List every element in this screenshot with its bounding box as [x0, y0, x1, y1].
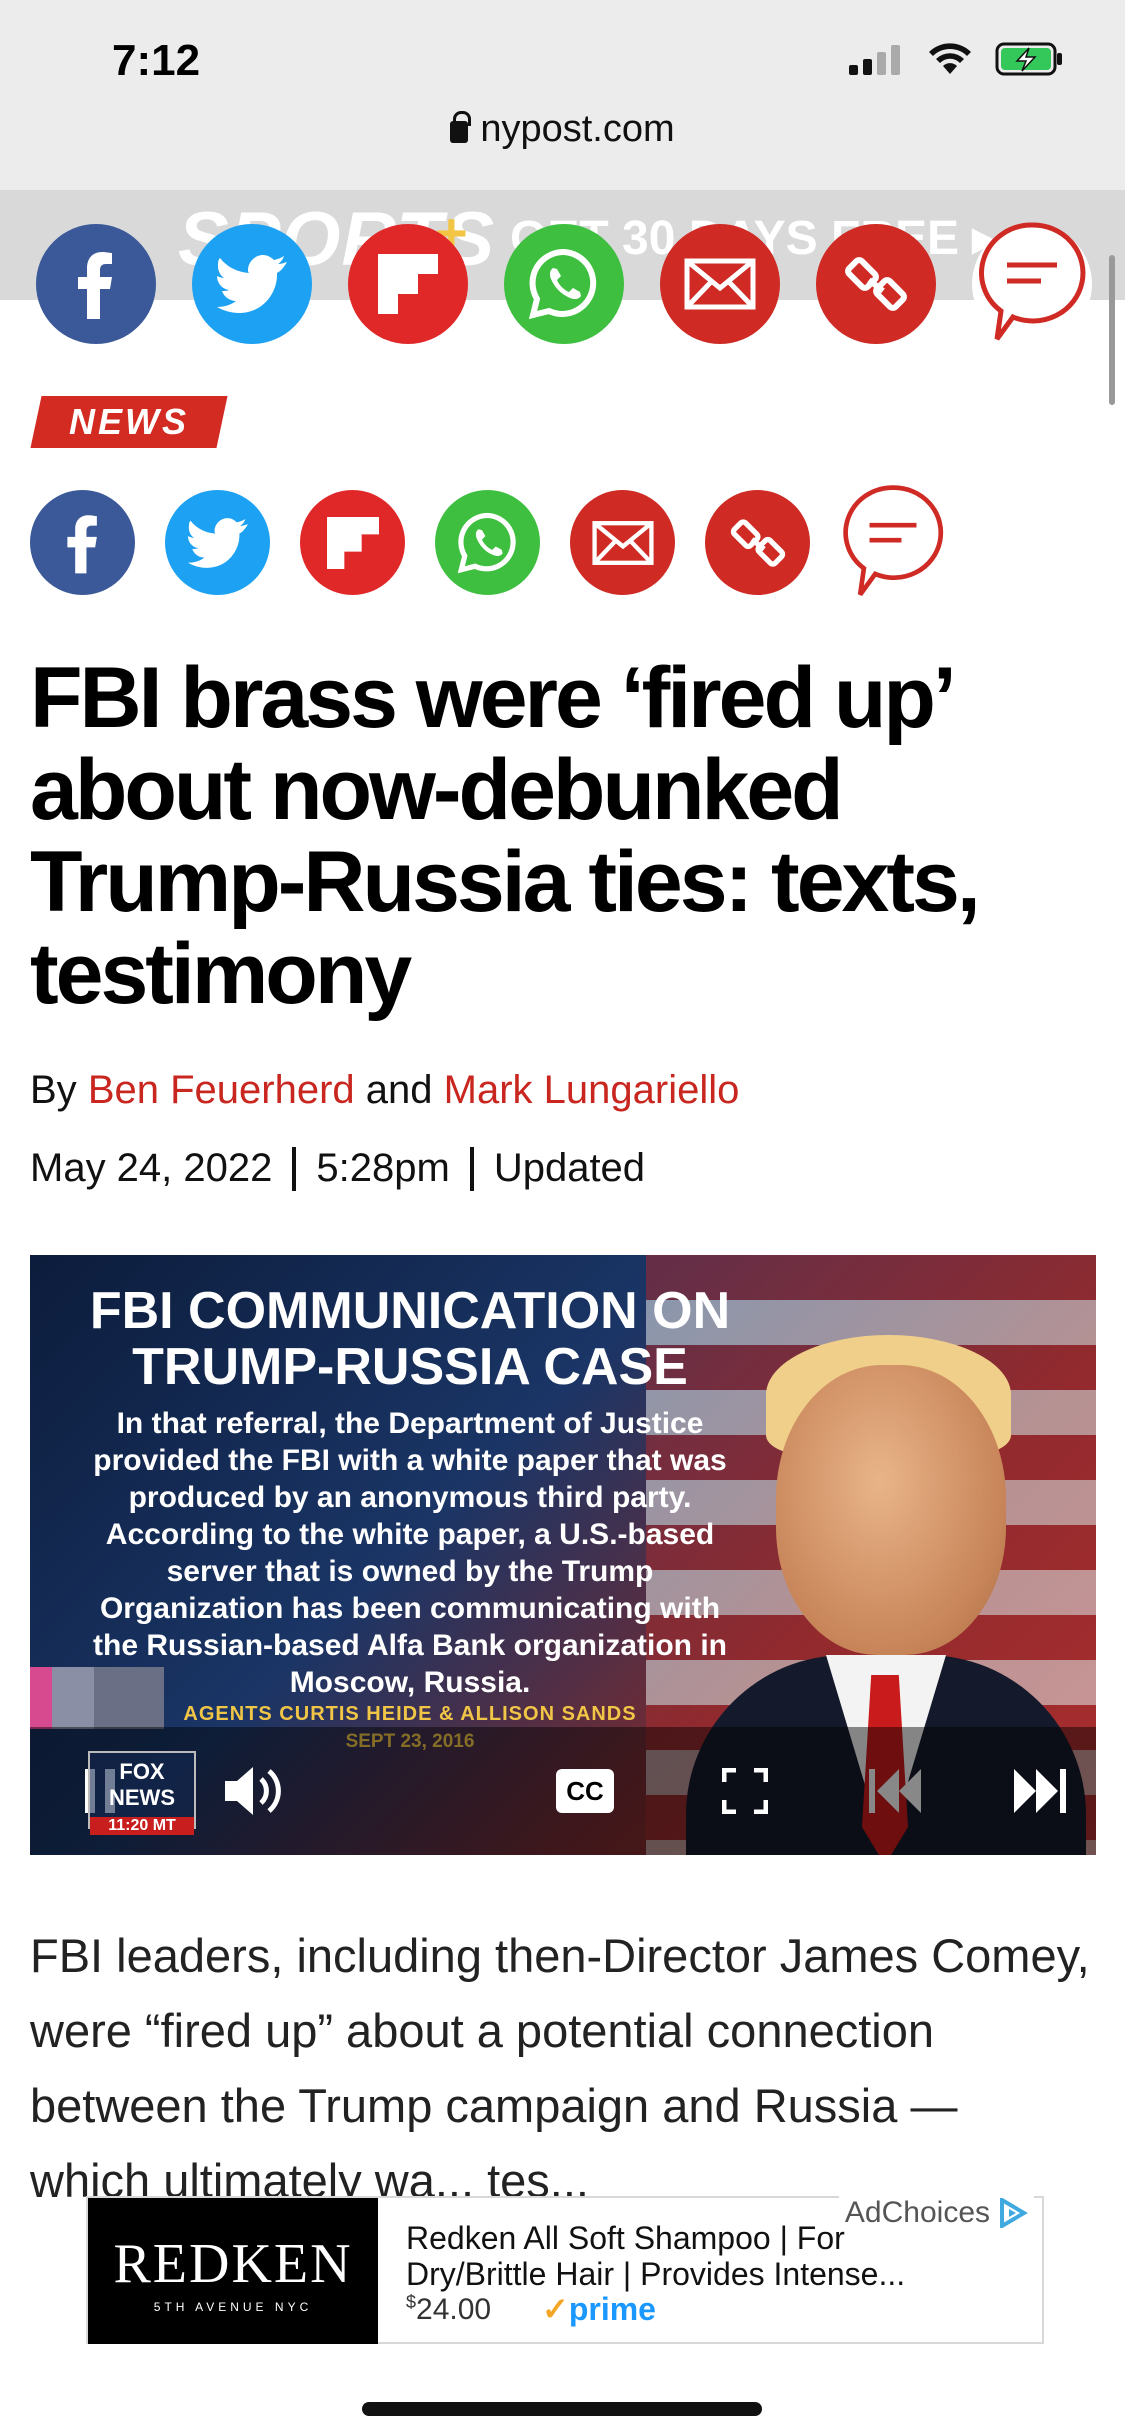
volume-icon: [225, 1767, 281, 1815]
email-icon: [591, 520, 654, 565]
status-icons: [849, 42, 1065, 76]
skip-forward-icon: [1014, 1769, 1066, 1813]
email-share-button[interactable]: [660, 224, 780, 344]
prime-check-icon: ✓: [542, 2291, 569, 2327]
twitter-share-button[interactable]: [165, 490, 270, 595]
lock-icon: [450, 111, 472, 143]
email-icon: [684, 258, 756, 310]
volume-button[interactable]: [210, 1727, 300, 1855]
signal-icon: [849, 45, 900, 75]
byline: By Ben Feuerherd and Mark Lungariello: [30, 1068, 739, 1113]
divider: [469, 1146, 474, 1191]
fox-news-bug: FOX NEWS 11:20 MT: [88, 1751, 196, 1835]
video-controls: FOX NEWS 11:20 MT CC: [30, 1727, 1096, 1855]
video-player[interactable]: FBI COMMUNICATION ON TRUMP-RUSSIA CASE I…: [30, 1255, 1096, 1855]
ad-currency: $: [406, 2292, 417, 2312]
skip-back-icon: [869, 1769, 921, 1813]
updated-label[interactable]: Updated: [494, 1146, 645, 1191]
publish-date: May 24, 2022: [30, 1146, 273, 1190]
section-tag-label: NEWS: [69, 401, 189, 442]
author-link-1[interactable]: Ben Feuerherd: [88, 1068, 355, 1112]
prime-label: prime: [568, 2291, 656, 2327]
scrollbar[interactable]: [1109, 255, 1115, 405]
color-blocks: [30, 1667, 164, 1729]
sticky-share-bar: [36, 222, 1092, 344]
ad-product-title[interactable]: Redken All Soft Shampoo | For Dry/Brittl…: [406, 2220, 966, 2292]
twitter-icon: [187, 517, 248, 568]
ad-banner[interactable]: REDKEN 5TH AVENUE NYC Redken All Soft Sh…: [86, 2196, 1044, 2344]
article-headline: FBI brass were ‘fired up’ about now-debu…: [30, 650, 981, 1022]
adchoices-label: AdChoices: [844, 2196, 990, 2229]
facebook-icon: [78, 252, 112, 319]
divider: [292, 1146, 297, 1191]
article-share-bar: [30, 484, 945, 596]
url-bar[interactable]: nypost.com: [0, 108, 1125, 151]
home-indicator[interactable]: [362, 2402, 762, 2416]
copy-link-button[interactable]: [705, 490, 810, 595]
status-time: 7:12: [112, 36, 201, 85]
video-graphic-body: In that referral, the Department of Just…: [93, 1407, 727, 1699]
ad-price: $24.00: [406, 2292, 491, 2327]
fullscreen-button[interactable]: [700, 1727, 790, 1855]
whatsapp-icon: [457, 512, 516, 573]
whatsapp-share-button[interactable]: [504, 224, 624, 344]
comment-icon: [979, 222, 1086, 341]
ad-price-value: 24.00: [416, 2293, 492, 2326]
url-text: nypost.com: [480, 108, 675, 150]
link-icon: [730, 518, 785, 567]
cc-icon: CC: [556, 1769, 614, 1813]
portrait-face: [776, 1365, 1006, 1655]
flipboard-icon: [326, 516, 379, 569]
browser-chrome: 7:12 nypost.com: [0, 0, 1125, 190]
author-link-2[interactable]: Mark Lungariello: [444, 1068, 740, 1112]
flipboard-share-button[interactable]: [300, 490, 405, 595]
flipboard-share-button[interactable]: [348, 224, 468, 344]
comments-button[interactable]: [972, 222, 1092, 344]
ad-brand-sub: 5TH AVENUE NYC: [153, 2300, 313, 2314]
previous-button[interactable]: [845, 1727, 945, 1855]
link-icon: [845, 257, 907, 311]
byline-prefix: By: [30, 1068, 77, 1112]
network-time: 11:20 MT: [90, 1817, 194, 1835]
article-body: FBI leaders, including then-Director Jam…: [30, 1929, 1090, 2207]
adchoices-icon: [1000, 2198, 1028, 2228]
twitter-icon: [217, 255, 287, 313]
video-graphic-title: FBI COMMUNICATION ON TRUMP-RUSSIA CASE: [89, 1282, 731, 1396]
whatsapp-icon: [528, 248, 597, 320]
comments-button[interactable]: [840, 484, 945, 596]
facebook-icon: [66, 514, 97, 573]
ad-brand-logo[interactable]: REDKEN 5TH AVENUE NYC: [88, 2198, 378, 2344]
network-name: FOX NEWS: [109, 1759, 175, 1810]
publish-time: 5:28pm: [316, 1146, 450, 1190]
wifi-icon: [929, 43, 971, 74]
flipboard-icon: [378, 254, 438, 314]
copy-link-button[interactable]: [816, 224, 936, 344]
adchoices-button[interactable]: AdChoices: [838, 2196, 1034, 2230]
whatsapp-share-button[interactable]: [435, 490, 540, 595]
dateline: May 24, 2022 5:28pm Updated: [30, 1146, 645, 1191]
next-button[interactable]: [990, 1727, 1090, 1855]
section-tag[interactable]: NEWS: [30, 396, 228, 448]
prime-badge: ✓prime: [542, 2290, 656, 2328]
battery-charging-icon: [995, 42, 1062, 76]
email-share-button[interactable]: [570, 490, 675, 595]
ad-brand-name: REDKEN: [113, 2233, 353, 2295]
comment-icon: [842, 484, 943, 596]
facebook-share-button[interactable]: [36, 224, 156, 344]
facebook-share-button[interactable]: [30, 490, 135, 595]
closed-captions-button[interactable]: CC: [540, 1727, 630, 1855]
twitter-share-button[interactable]: [192, 224, 312, 344]
fullscreen-icon: [722, 1768, 768, 1814]
byline-and: and: [365, 1068, 433, 1112]
